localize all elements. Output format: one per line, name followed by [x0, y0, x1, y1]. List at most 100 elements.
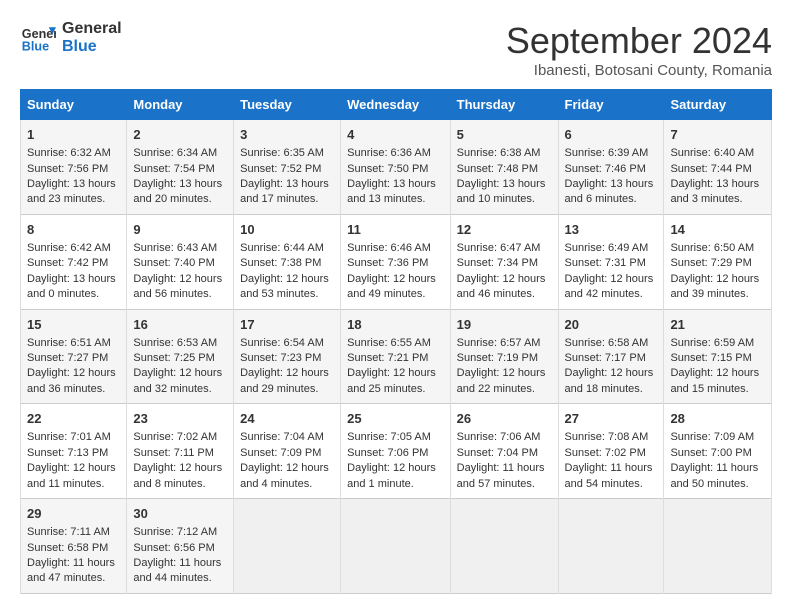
cell-text: Sunrise: 7:08 AM: [565, 430, 658, 445]
header-day-wednesday: Wednesday: [341, 90, 451, 120]
cell-text: Daylight: 13 hours and 20 minutes.: [133, 177, 227, 208]
day-number: 15: [27, 316, 120, 334]
calendar-cell: [664, 499, 772, 594]
day-number: 6: [565, 126, 658, 144]
cell-text: Sunrise: 7:12 AM: [133, 525, 227, 540]
day-number: 18: [347, 316, 444, 334]
cell-text: Sunrise: 6:50 AM: [670, 241, 765, 256]
cell-text: Sunset: 7:29 PM: [670, 256, 765, 271]
cell-text: Sunset: 7:50 PM: [347, 162, 444, 177]
week-row-3: 15Sunrise: 6:51 AMSunset: 7:27 PMDayligh…: [21, 309, 772, 404]
cell-text: Sunset: 7:15 PM: [670, 351, 765, 366]
cell-text: Sunset: 7:00 PM: [670, 446, 765, 461]
cell-text: Sunset: 7:31 PM: [565, 256, 658, 271]
cell-text: Sunrise: 6:35 AM: [240, 146, 334, 161]
calendar-cell: 7Sunrise: 6:40 AMSunset: 7:44 PMDaylight…: [664, 120, 772, 215]
day-number: 19: [457, 316, 552, 334]
cell-text: Sunset: 7:06 PM: [347, 446, 444, 461]
cell-text: Sunrise: 6:51 AM: [27, 336, 120, 351]
cell-text: Sunrise: 6:40 AM: [670, 146, 765, 161]
cell-text: Daylight: 12 hours and 42 minutes.: [565, 272, 658, 303]
cell-text: Daylight: 12 hours and 18 minutes.: [565, 366, 658, 397]
header-day-friday: Friday: [558, 90, 664, 120]
calendar-cell: 24Sunrise: 7:04 AMSunset: 7:09 PMDayligh…: [234, 404, 341, 499]
cell-text: Sunrise: 7:06 AM: [457, 430, 552, 445]
header-day-tuesday: Tuesday: [234, 90, 341, 120]
calendar-cell: 3Sunrise: 6:35 AMSunset: 7:52 PMDaylight…: [234, 120, 341, 215]
day-number: 17: [240, 316, 334, 334]
cell-text: Daylight: 12 hours and 49 minutes.: [347, 272, 444, 303]
calendar-cell: [558, 499, 664, 594]
calendar-cell: 27 Sunrise: 7:08 AMSunset: 7:02 PMDayligh…: [558, 404, 664, 499]
calendar-cell: 2Sunrise: 6:34 AMSunset: 7:54 PMDaylight…: [127, 120, 234, 215]
cell-text: Daylight: 12 hours and 1 minute.: [347, 461, 444, 492]
day-number: 12: [457, 221, 552, 239]
day-number: 14: [670, 221, 765, 239]
cell-text: Sunset: 7:04 PM: [457, 446, 552, 461]
page-header: General Blue General Blue September 2024…: [20, 20, 772, 79]
day-number: 9: [133, 221, 227, 239]
cell-text: Daylight: 12 hours and 32 minutes.: [133, 366, 227, 397]
calendar-cell: 5Sunrise: 6:38 AMSunset: 7:48 PMDaylight…: [450, 120, 558, 215]
week-row-2: 8Sunrise: 6:42 AMSunset: 7:42 PMDaylight…: [21, 214, 772, 309]
cell-text: Daylight: 12 hours and 46 minutes.: [457, 272, 552, 303]
cell-text: Daylight: 13 hours and 10 minutes.: [457, 177, 552, 208]
calendar-cell: 21Sunrise: 6:59 AMSunset: 7:15 PMDayligh…: [664, 309, 772, 404]
cell-text: Sunset: 7:21 PM: [347, 351, 444, 366]
cell-text: Sunset: 7:52 PM: [240, 162, 334, 177]
cell-text: Sunset: 7:36 PM: [347, 256, 444, 271]
cell-text: Sunrise: 6:38 AM: [457, 146, 552, 161]
cell-text: Sunset: 7:02 PM: [565, 446, 658, 461]
calendar-cell: 28 Sunrise: 7:09 AMSunset: 7:00 PMDayligh…: [664, 404, 772, 499]
cell-text: Sunrise: 6:44 AM: [240, 241, 334, 256]
cell-text: Daylight: 12 hours and 36 minutes.: [27, 366, 120, 397]
cell-text: Sunset: 7:40 PM: [133, 256, 227, 271]
cell-text: Sunset: 7:44 PM: [670, 162, 765, 177]
day-number: 27: [565, 410, 658, 428]
cell-text: Daylight: 13 hours and 3 minutes.: [670, 177, 765, 208]
calendar-cell: [234, 499, 341, 594]
cell-text: Sunrise: 6:59 AM: [670, 336, 765, 351]
cell-text: Sunrise: 6:46 AM: [347, 241, 444, 256]
cell-text: Sunset: 7:17 PM: [565, 351, 658, 366]
calendar-cell: 1Sunrise: 6:32 AMSunset: 7:56 PMDaylight…: [21, 120, 127, 215]
calendar-cell: 25 Sunrise: 7:05 AMSunset: 7:06 PMDayligh…: [341, 404, 451, 499]
day-number: 3: [240, 126, 334, 144]
cell-text: Sunrise: 6:53 AM: [133, 336, 227, 351]
day-number: 2: [133, 126, 227, 144]
calendar-cell: [450, 499, 558, 594]
cell-text: Daylight: 11 hours and 50 minutes.: [670, 461, 765, 492]
calendar-cell: 17Sunrise: 6:54 AMSunset: 7:23 PMDayligh…: [234, 309, 341, 404]
calendar-cell: 12Sunrise: 6:47 AMSunset: 7:34 PMDayligh…: [450, 214, 558, 309]
day-number: 24: [240, 410, 334, 428]
cell-text: Sunrise: 7:09 AM: [670, 430, 765, 445]
cell-text: Sunset: 7:23 PM: [240, 351, 334, 366]
title-block: September 2024 Ibanesti, Botosani County…: [506, 20, 772, 79]
cell-text: Daylight: 11 hours and 44 minutes.: [133, 556, 227, 587]
day-number: 22: [27, 410, 120, 428]
day-number: 1: [27, 126, 120, 144]
day-number: 25: [347, 410, 444, 428]
day-number: 28: [670, 410, 765, 428]
calendar-cell: 13Sunrise: 6:49 AMSunset: 7:31 PMDayligh…: [558, 214, 664, 309]
cell-text: Daylight: 13 hours and 0 minutes.: [27, 272, 120, 303]
cell-text: Sunrise: 6:54 AM: [240, 336, 334, 351]
cell-text: Daylight: 12 hours and 39 minutes.: [670, 272, 765, 303]
logo-icon: General Blue: [20, 20, 56, 56]
location: Ibanesti, Botosani County, Romania: [506, 62, 772, 79]
cell-text: Daylight: 12 hours and 4 minutes.: [240, 461, 334, 492]
cell-text: Daylight: 11 hours and 54 minutes.: [565, 461, 658, 492]
cell-text: Sunrise: 6:47 AM: [457, 241, 552, 256]
header-day-thursday: Thursday: [450, 90, 558, 120]
cell-text: Daylight: 13 hours and 23 minutes.: [27, 177, 120, 208]
calendar-cell: 11Sunrise: 6:46 AMSunset: 7:36 PMDayligh…: [341, 214, 451, 309]
cell-text: Sunset: 7:38 PM: [240, 256, 334, 271]
cell-text: Daylight: 11 hours and 57 minutes.: [457, 461, 552, 492]
day-number: 26: [457, 410, 552, 428]
cell-text: Sunrise: 7:05 AM: [347, 430, 444, 445]
cell-text: Daylight: 12 hours and 8 minutes.: [133, 461, 227, 492]
cell-text: Daylight: 12 hours and 11 minutes.: [27, 461, 120, 492]
logo-text-blue: Blue: [62, 38, 122, 56]
cell-text: Sunset: 7:48 PM: [457, 162, 552, 177]
calendar-cell: 29Sunrise: 7:11 AMSunset: 6:58 PMDayligh…: [21, 499, 127, 594]
